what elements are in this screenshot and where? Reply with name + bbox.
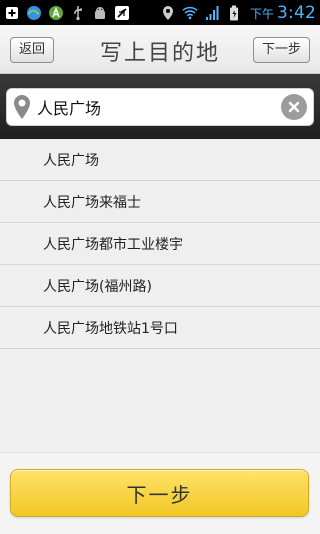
suggestion-item[interactable]: 人民广场 [0,139,320,181]
next-step-button[interactable]: 下一步 [10,469,309,517]
location-icon [160,5,176,21]
suggestion-item[interactable]: 人民广场来福士 [0,181,320,223]
location-pin-icon [11,94,33,120]
battery-icon [226,5,242,21]
status-bar-right: 下午 3:42 [160,0,316,25]
suggestion-item[interactable]: 人民广场地铁站1号口 [0,307,320,349]
search-bar-area: 人民广场 [0,74,320,139]
top-navigation-bar: 返回 写上目的地 下一步 [0,25,320,74]
status-bar-left [4,0,130,25]
next-step-header-button[interactable]: 下一步 [252,37,310,63]
clock: 下午 3:42 [250,3,316,23]
clock-time: 3:42 [277,2,316,23]
suggestion-list: 人民广场 人民广场来福士 人民广场都市工业楼宇 人民广场(福州路) 人民广场地铁… [0,139,320,452]
destination-search-input[interactable]: 人民广场 [6,88,314,126]
weather-icon [26,5,42,21]
a-notification-icon [48,5,64,21]
suggestion-item[interactable]: 人民广场(福州路) [0,265,320,307]
mute-icon [114,5,130,21]
suggestion-item[interactable]: 人民广场都市工业楼宇 [0,223,320,265]
android-debug-icon [92,5,108,21]
signal-icon [204,5,220,21]
clock-period: 下午 [250,6,275,21]
notification-plus-icon [4,5,20,21]
bottom-action-area: 下一步 [0,452,320,534]
status-bar: 下午 3:42 [0,0,320,25]
wifi-icon [182,5,198,21]
usb-icon [70,5,86,21]
search-input-value[interactable]: 人民广场 [37,95,281,119]
clear-search-icon[interactable] [281,94,307,120]
